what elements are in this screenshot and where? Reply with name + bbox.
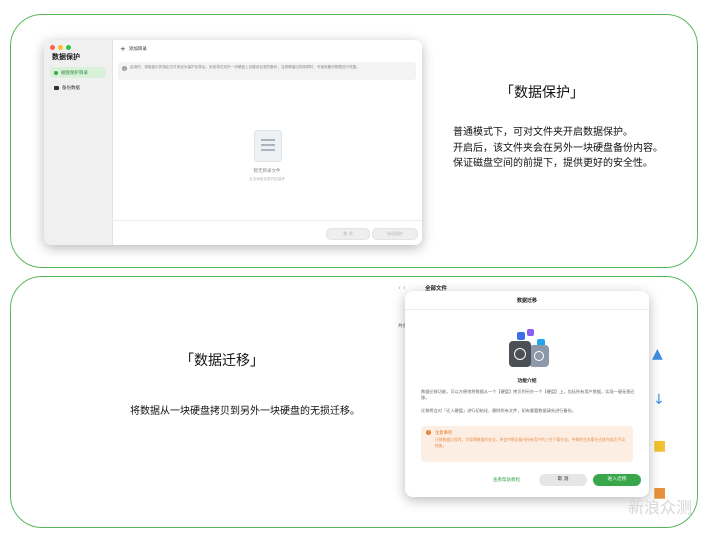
protection-line: 普通模式下，可对文件夹开启数据保护。	[453, 127, 633, 138]
enter-migration-button[interactable]: 进入迁移	[593, 474, 641, 486]
protection-line: 保证磁盘空间的前提下，提供更好的安全性。	[453, 158, 653, 169]
app-title: 数据保护	[52, 53, 80, 61]
empty-subtitle: 点击添加目录开启保护	[249, 177, 285, 181]
watermark: 新浪众测	[628, 498, 693, 517]
warning-body: 迁移数据过程时，为保障数据的安全，将会中断设备内所有用户的上传下载任务，中断的任…	[435, 437, 625, 448]
protection-line: 开启后，该文件夹会在另外一块硬盘备份内容。	[453, 142, 663, 154]
start-protection-button[interactable]: 启动保护	[372, 228, 418, 240]
migration-description: 将数据从一块硬盘拷贝到另外一块硬盘的无损迁移。	[130, 406, 360, 417]
feature-text: 迁移将会对「迁入硬盘」进行初始化，删除所有文件，如有重要数据请先进行备份。	[421, 408, 576, 413]
window-controls	[50, 45, 71, 50]
add-directory-button[interactable]: + 添加目录	[120, 45, 147, 53]
add-directory-label: 添加目录	[128, 47, 147, 52]
empty-title: 暂无目录文件	[253, 169, 281, 174]
protection-description: 普通模式下，可对文件夹开启数据保护。 开启后，该文件夹会在另外一块硬盘备份内容。…	[453, 125, 663, 172]
window-footer: 取 消 启动保护	[112, 220, 422, 245]
warning-box: ! 注意事项 迁移数据过程时，为保障数据的安全，将会中断设备内所有用户的上传下载…	[421, 426, 633, 462]
protect-dot-icon	[54, 70, 58, 75]
data-migration-dialog: 数据迁移 功能介绍 数据迁移功能，可以方便地将数据从一个【硬盘】拷贝到另外一个【…	[405, 291, 649, 497]
protection-heading: 「数据保护」	[500, 85, 584, 101]
sidebar-item-backup-data[interactable]: 备份数据	[50, 82, 106, 93]
warning-title: 注意事项	[435, 431, 453, 436]
cancel-button[interactable]: 取 消	[326, 228, 370, 240]
plus-icon: +	[120, 45, 126, 53]
feature-title: 功能介绍	[517, 379, 537, 384]
divider	[405, 309, 649, 310]
close-window-button[interactable]	[50, 45, 55, 50]
warning-icon: !	[426, 430, 431, 435]
migration-heading: 「数据迁移」	[180, 353, 264, 369]
nav-arrows[interactable]: ‹ ›	[398, 284, 406, 292]
dialog-title: 数据迁移	[516, 298, 537, 304]
download-icon[interactable]: ↓	[653, 392, 665, 408]
info-banner: i 启用时，将磁盘中的指定文件夹设为保护目录后，系统将在另外一块硬盘上创建该目录…	[118, 62, 416, 80]
migration-illustration-icon	[507, 329, 553, 369]
main-content: + 添加目录 i 启用时，将磁盘中的指定文件夹设为保护目录后，系统将在另外一块硬…	[112, 40, 422, 245]
data-protection-window: 数据保护 磁盘保护目录 备份数据 + 添加目录 i 启用时，将磁盘中的指定文件夹…	[44, 40, 422, 245]
folder-icon	[54, 85, 59, 90]
sidebar-item-protect-dirs[interactable]: 磁盘保护目录	[50, 67, 106, 78]
sidebar-item-label: 备份数据	[62, 85, 80, 91]
empty-list-icon	[254, 130, 282, 162]
feature-text: 数据迁移功能，可以方便地将数据从一个【硬盘】拷贝到另外一个【硬盘】上，包括所有用…	[421, 389, 635, 400]
sidebar: 数据保护 磁盘保护目录 备份数据	[44, 40, 113, 245]
info-icon: i	[122, 66, 127, 71]
info-text: 启用时，将磁盘中的指定文件夹设为保护目录后，系统将在另外一块硬盘上创建该目录的备…	[130, 65, 360, 69]
note-icon[interactable]: ■	[653, 438, 666, 454]
cancel-button[interactable]: 取 消	[539, 474, 587, 486]
help-link[interactable]: 查看帮助教程	[493, 477, 520, 483]
minimize-window-button[interactable]	[58, 45, 63, 50]
sidebar-item-label: 磁盘保护目录	[61, 70, 88, 76]
maximize-window-button[interactable]	[66, 45, 71, 50]
bird-icon[interactable]: ▲	[652, 346, 663, 362]
